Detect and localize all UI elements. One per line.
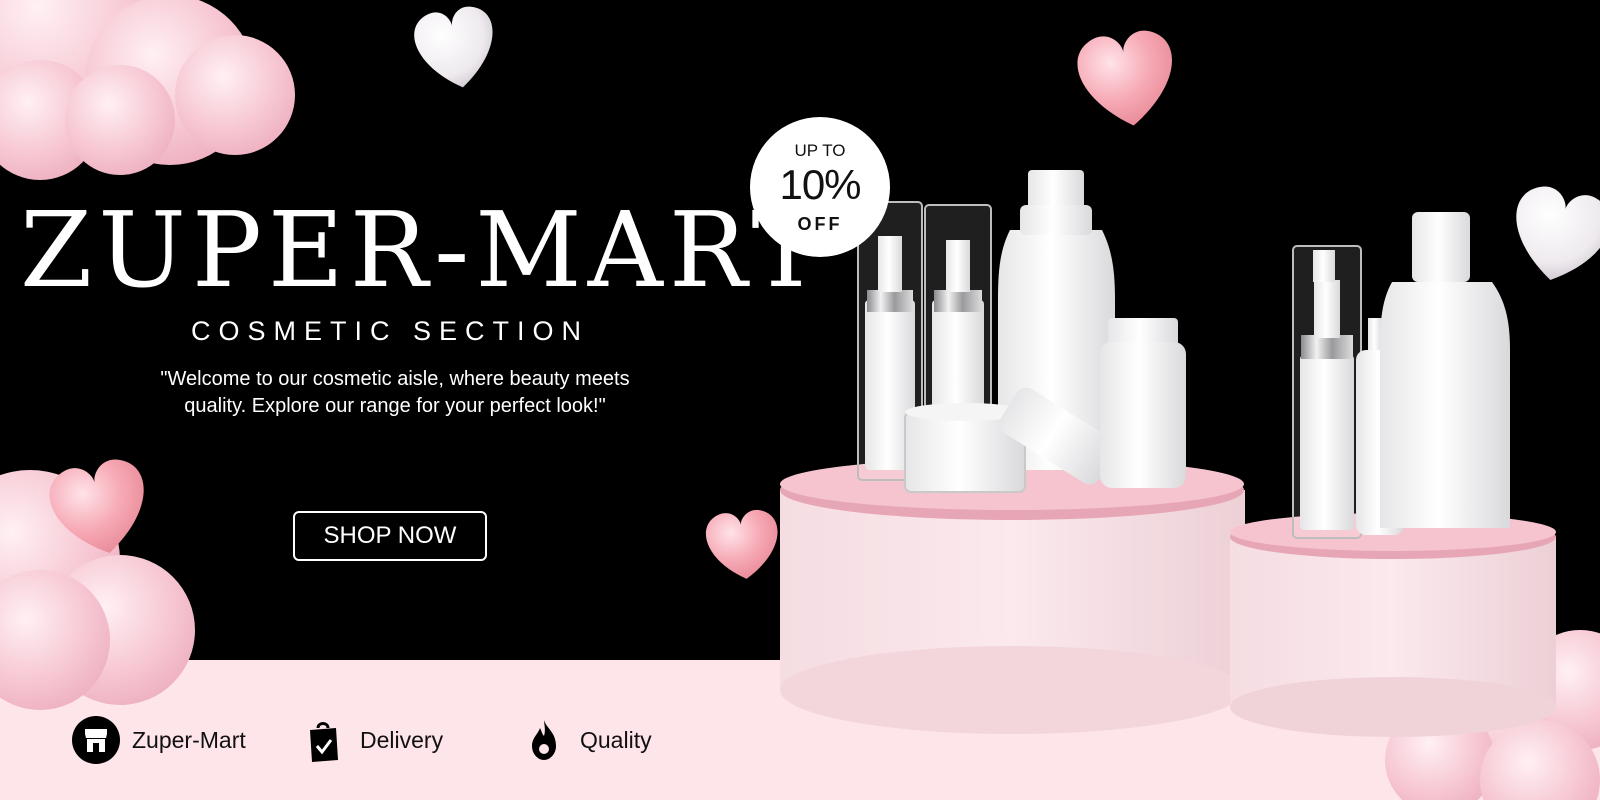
heart-pink-top-right — [1077, 30, 1172, 126]
podium-small — [1230, 513, 1556, 737]
shopping-bag-check-icon — [300, 716, 348, 764]
tagline: "Welcome to our cosmetic aisle, where be… — [160, 368, 630, 417]
feature-delivery: Delivery — [300, 714, 443, 766]
store-icon — [72, 716, 120, 764]
discount-line1: UP TO — [794, 141, 846, 160]
feature-label: Quality — [580, 726, 652, 753]
discount-value: 10% — [779, 161, 861, 208]
feature-quality: Quality — [520, 714, 652, 766]
product-tall-lotion-bottle — [1380, 212, 1510, 528]
section-subtitle: COSMETIC SECTION — [190, 316, 589, 346]
heart-pink-middle — [705, 509, 778, 579]
feature-zuper-mart: Zuper-Mart — [72, 714, 246, 766]
product-serum-bottle-3 — [1292, 245, 1362, 539]
banner: ZUPER-MART COSMETIC SECTION "Welcome to … — [0, 0, 1600, 800]
heart-white-top — [414, 6, 493, 88]
product-pill-bottle — [1100, 318, 1186, 488]
cloud-top-left — [0, 0, 295, 180]
flame-icon — [520, 716, 568, 764]
shop-now-button[interactable]: SHOP NOW — [293, 511, 487, 561]
heart-white-right — [1516, 186, 1600, 280]
brand-title: ZUPER-MART — [20, 189, 827, 311]
discount-badge: UP TO 10% OFF — [750, 117, 890, 257]
feature-label: Delivery — [360, 726, 444, 753]
discount-line2: OFF — [797, 214, 843, 234]
podium-large — [780, 458, 1245, 734]
feature-label: Zuper-Mart — [132, 726, 246, 753]
